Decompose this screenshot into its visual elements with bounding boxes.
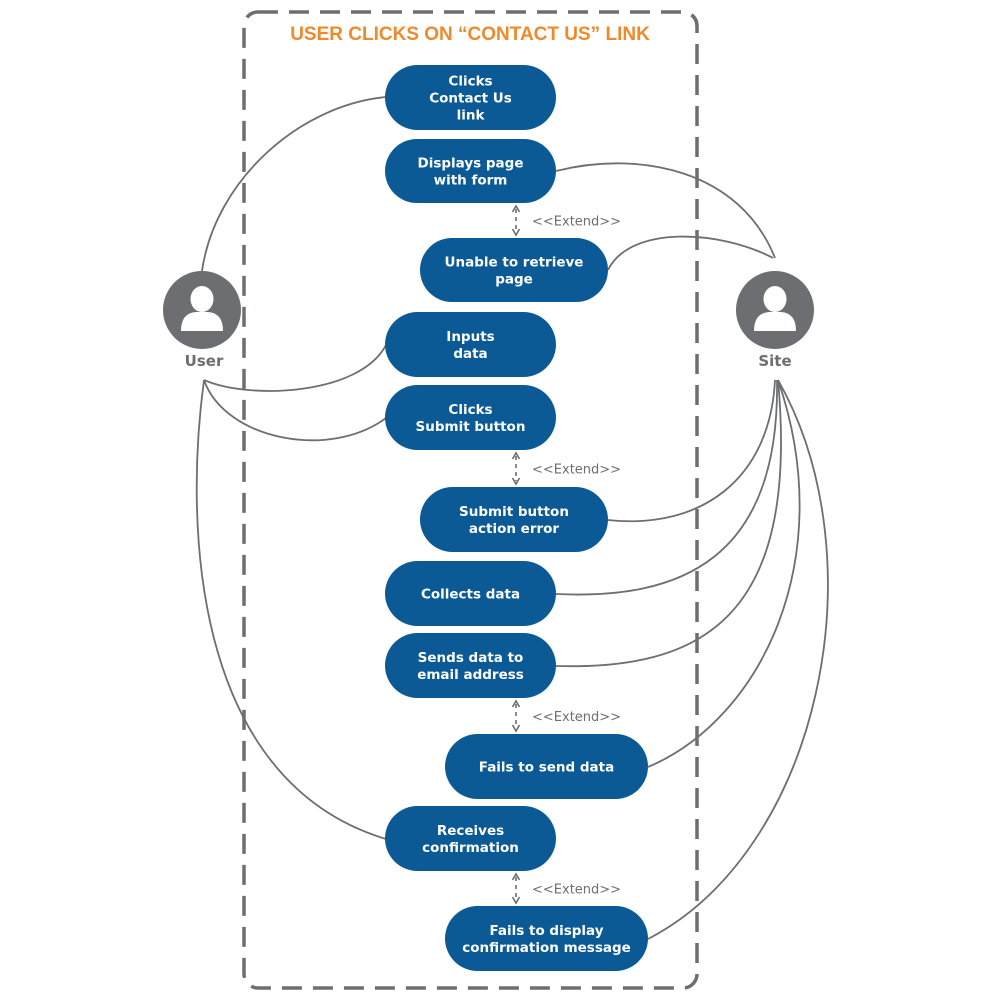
use-case-label: Inputs (446, 329, 494, 345)
association-line-uc11 (647, 379, 829, 940)
arrow-down-icon (511, 724, 521, 733)
use-case-uc9[interactable]: Fails to send data (445, 734, 648, 799)
use-case-label: Displays page (418, 156, 524, 172)
actor-site[interactable]: Site (736, 271, 814, 370)
use-case-label: Clicks (448, 402, 492, 418)
use-case-label: Clicks (448, 74, 492, 90)
arrow-down-icon (511, 896, 521, 905)
use-case-uc10[interactable]: Receivesconfirmation (385, 806, 556, 871)
extend-label: <<Extend>> (532, 883, 621, 898)
actor-user[interactable]: User (163, 271, 241, 370)
actor-site-label: Site (758, 352, 791, 370)
use-case-label: confirmation (422, 840, 519, 856)
use-case-uc4[interactable]: Inputsdata (385, 312, 556, 377)
use-case-diagram: USER CLICKS ON “CONTACT US” LINK <<Exten… (163, 10, 829, 990)
use-case-label: Submit button (459, 504, 569, 520)
use-case-label: Submit button (416, 419, 526, 435)
use-case-uc8[interactable]: Sends data toemail address (385, 633, 556, 698)
use-case-label: link (457, 108, 486, 124)
use-case-label: Contact Us (429, 91, 512, 107)
use-case-label: confirmation message (462, 940, 631, 956)
association-line-uc3 (607, 235, 774, 271)
extend-label: <<Extend>> (532, 710, 621, 725)
association-line-uc7 (555, 379, 778, 596)
use-case-label: Fails to send data (479, 760, 614, 776)
use-case-label: page (495, 272, 533, 288)
use-case-uc1[interactable]: ClicksContact Uslink (385, 65, 556, 130)
use-case-label: action error (469, 521, 560, 537)
association-line-uc10 (195, 379, 387, 840)
use-case-label: Fails to display (489, 923, 603, 939)
arrow-down-icon (511, 228, 521, 237)
use-case-uc2[interactable]: Displays pagewith form (385, 139, 556, 203)
use-case-label: email address (417, 667, 524, 683)
use-case-uc6[interactable]: Submit buttonaction error (420, 487, 608, 552)
extend-relation: <<Extend>> (511, 451, 621, 486)
actor-user-label: User (185, 352, 224, 370)
association-line-uc9 (647, 379, 801, 768)
extend-relation: <<Extend>> (511, 204, 621, 237)
use-case-label: with form (434, 173, 508, 189)
diagram-title: USER CLICKS ON “CONTACT US” LINK (290, 24, 650, 45)
extend-relation: <<Extend>> (511, 872, 621, 905)
use-cases: ClicksContact UslinkDisplays pagewith fo… (385, 65, 648, 971)
extend-relation: <<Extend>> (511, 699, 621, 733)
use-case-label: data (453, 346, 487, 362)
use-case-label: Unable to retrieve (445, 255, 584, 271)
extend-label: <<Extend>> (532, 215, 621, 230)
association-line-uc1 (201, 96, 387, 272)
use-case-uc3[interactable]: Unable to retrievepage (420, 238, 608, 302)
association-line-uc6 (607, 379, 776, 523)
use-case-label: Collects data (421, 587, 520, 603)
association-line-uc4 (203, 344, 387, 392)
use-case-uc7[interactable]: Collects data (385, 561, 556, 626)
use-case-uc11[interactable]: Fails to displayconfirmation message (445, 906, 648, 971)
extend-label: <<Extend>> (532, 463, 621, 478)
use-case-label: Sends data to (418, 650, 524, 666)
use-case-uc5[interactable]: ClicksSubmit button (385, 385, 556, 450)
use-case-label: Receives (437, 823, 504, 839)
